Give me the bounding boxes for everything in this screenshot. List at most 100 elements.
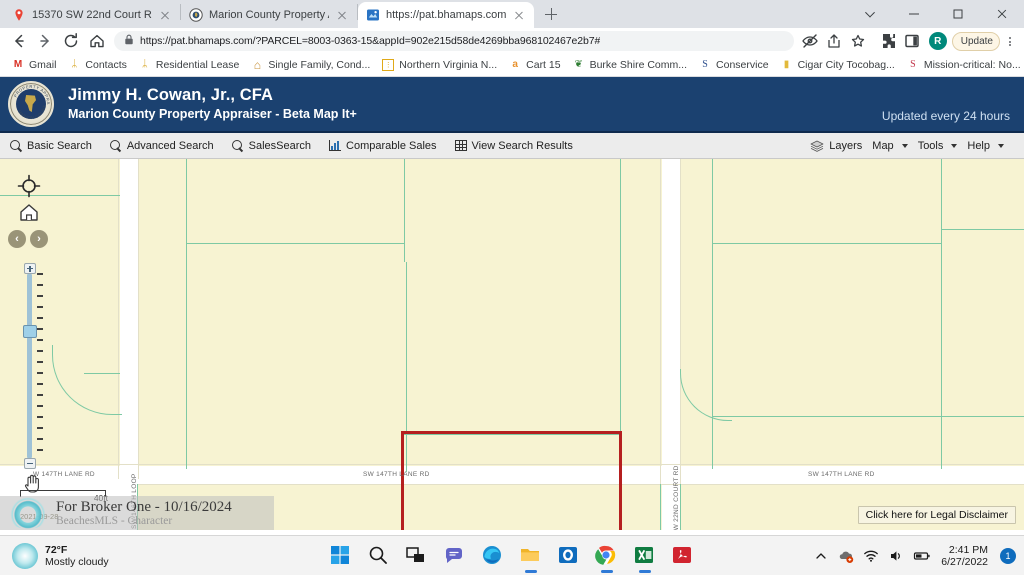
weather-condition: Mostly cloudy xyxy=(45,556,109,568)
browser-tab-2[interactable]: Marion County Property Apprais xyxy=(181,2,357,28)
sales-search-button[interactable]: SalesSearch xyxy=(231,139,321,152)
zoom-slider[interactable] xyxy=(23,263,43,469)
profile-avatar[interactable]: R xyxy=(928,32,947,50)
zoom-out-button[interactable] xyxy=(24,458,36,469)
bookmarks-bar: M Gmail ᛦ Contacts ᛦ Residential Lease ⌂… xyxy=(0,54,1024,77)
bookmark-label: Cigar City Tocobag... xyxy=(797,59,895,71)
parcel-boundary xyxy=(186,159,187,469)
chevron-down-icon xyxy=(901,143,908,148)
share-icon[interactable] xyxy=(822,29,846,53)
help-menu-button[interactable]: Help xyxy=(967,140,1010,152)
edge-button[interactable] xyxy=(481,544,505,568)
outlook-button[interactable] xyxy=(557,544,581,568)
bookmark-gmail[interactable]: M Gmail xyxy=(6,57,62,73)
acrobat-button[interactable] xyxy=(671,544,695,568)
table-grid-icon xyxy=(454,140,467,151)
extensions-puzzle-icon[interactable] xyxy=(876,29,900,53)
crosshair-target-icon[interactable] xyxy=(17,174,41,198)
back-button[interactable] xyxy=(6,28,32,54)
browser-tab-3-active[interactable]: https://pat.bhamaps.com/?PARC xyxy=(358,2,534,28)
close-tab-2-icon[interactable] xyxy=(335,8,349,22)
layers-button[interactable]: Layers xyxy=(810,140,868,152)
bookmark-cigar-city[interactable]: ▮ Cigar City Tocobag... xyxy=(775,57,901,73)
maximize-button[interactable] xyxy=(936,0,980,28)
browser-tab-1[interactable]: 15370 SW 22nd Court Rd - Goog xyxy=(4,2,180,28)
running-indicator xyxy=(525,570,537,573)
zoom-slider-thumb[interactable] xyxy=(23,325,37,338)
browser-tab-2-label: Marion County Property Apprais xyxy=(209,9,329,21)
tools-menu-button[interactable]: Tools xyxy=(918,140,964,152)
parcel-boundary xyxy=(941,159,942,469)
next-extent-button[interactable]: › xyxy=(30,230,48,248)
county-seal: PROPERTY APPRAISER MARION COUNTY FL xyxy=(8,81,54,127)
close-tab-3-icon[interactable] xyxy=(512,8,526,22)
navigation-bar: https://pat.bhamaps.com/?PARCEL=8003-036… xyxy=(0,28,1024,54)
lock-icon xyxy=(124,34,134,48)
address-bar[interactable]: https://pat.bhamaps.com/?PARCEL=8003-036… xyxy=(114,31,794,51)
layers-label: Layers xyxy=(829,139,863,152)
volume-icon[interactable] xyxy=(888,548,904,564)
reload-button[interactable] xyxy=(58,28,84,54)
bookmark-star-icon[interactable] xyxy=(846,29,870,53)
sales-search-label: SalesSearch xyxy=(248,139,312,152)
sidebar-panel-icon[interactable] xyxy=(900,29,924,53)
notification-badge[interactable]: 1 xyxy=(1000,548,1016,564)
file-explorer-button[interactable] xyxy=(519,544,543,573)
update-button[interactable]: Update xyxy=(951,31,1000,51)
page-subtitle: Marion County Property Appraiser - Beta … xyxy=(68,106,357,121)
system-tray: 2:41 PM 6/27/2022 1 xyxy=(813,536,1016,575)
eye-slash-icon[interactable] xyxy=(798,29,822,53)
wifi-icon[interactable] xyxy=(863,548,879,564)
chat-button[interactable] xyxy=(443,544,467,568)
close-window-button[interactable] xyxy=(980,0,1024,28)
bookmark-conservice[interactable]: S Conservice xyxy=(693,57,775,73)
onedrive-sync-icon[interactable] xyxy=(838,548,854,564)
map-tool-rail: ‹ › xyxy=(0,159,120,530)
comparable-sales-label: Comparable Sales xyxy=(346,139,437,152)
search-icon xyxy=(109,139,122,152)
home-extent-icon[interactable] xyxy=(18,201,40,223)
tab-search-chevron-icon[interactable] xyxy=(848,0,892,28)
clock-time: 2:41 PM xyxy=(948,544,988,556)
chrome-button[interactable] xyxy=(595,544,619,573)
tray-chevron-up-icon[interactable] xyxy=(813,548,829,564)
bookmark-single-family[interactable]: ⌂ Single Family, Cond... xyxy=(245,57,376,73)
map-menu-button[interactable]: Map xyxy=(872,140,913,152)
excel-button[interactable] xyxy=(633,544,657,573)
close-tab-1-icon[interactable] xyxy=(158,8,172,22)
advanced-search-button[interactable]: Advanced Search xyxy=(109,139,224,152)
search-button[interactable] xyxy=(367,544,391,568)
weather-widget[interactable]: 72°F Mostly cloudy xyxy=(8,536,109,575)
zoom-slider-track[interactable] xyxy=(27,273,32,459)
bookmark-residential-lease[interactable]: ᛦ Residential Lease xyxy=(133,57,245,73)
selected-parcel-outline[interactable] xyxy=(401,431,622,530)
search-icon xyxy=(231,139,244,152)
basic-search-button[interactable]: Basic Search xyxy=(10,139,102,152)
previous-extent-button[interactable]: ‹ xyxy=(8,230,26,248)
zoom-in-button[interactable] xyxy=(24,263,36,274)
bookmark-mission-critical[interactable]: S Mission-critical: No... xyxy=(901,57,1024,73)
comparable-sales-button[interactable]: Comparable Sales xyxy=(329,140,447,152)
legal-disclaimer-link[interactable]: Click here for Legal Disclaimer xyxy=(857,506,1016,524)
map-viewport[interactable]: SW 146TH LOOP SW 22ND COURT RD SW 147TH … xyxy=(0,159,1024,530)
battery-icon[interactable] xyxy=(913,548,930,564)
bookmark-contacts[interactable]: ᛦ Contacts xyxy=(62,57,132,73)
view-search-results-button[interactable]: View Search Results xyxy=(454,140,583,152)
bookmark-cart[interactable]: a Cart 15 xyxy=(503,57,566,73)
task-view-button[interactable] xyxy=(405,544,429,568)
new-tab-button[interactable] xyxy=(538,1,564,27)
home-button[interactable] xyxy=(84,28,110,54)
app-toolbar-right: Layers Map Tools Help xyxy=(810,140,1014,152)
bookmark-northern-virginia[interactable]: ⋮ Northern Virginia N... xyxy=(376,57,503,73)
map-canvas[interactable]: SW 146TH LOOP SW 22ND COURT RD SW 147TH … xyxy=(0,159,1024,530)
bookmark-burke-shire[interactable]: ❦ Burke Shire Comm... xyxy=(567,57,693,73)
leaf-icon: ❦ xyxy=(574,59,583,70)
start-button[interactable] xyxy=(329,544,353,568)
minimize-button[interactable] xyxy=(892,0,936,28)
forward-button[interactable] xyxy=(32,28,58,54)
s-logo-icon: S xyxy=(702,59,708,70)
app-title-block: Jimmy H. Cowan, Jr., CFA Marion County P… xyxy=(68,86,357,123)
map-it-icon xyxy=(366,8,380,22)
taskbar-clock[interactable]: 2:41 PM 6/27/2022 xyxy=(941,544,988,568)
chrome-menu-button[interactable] xyxy=(1002,29,1018,53)
